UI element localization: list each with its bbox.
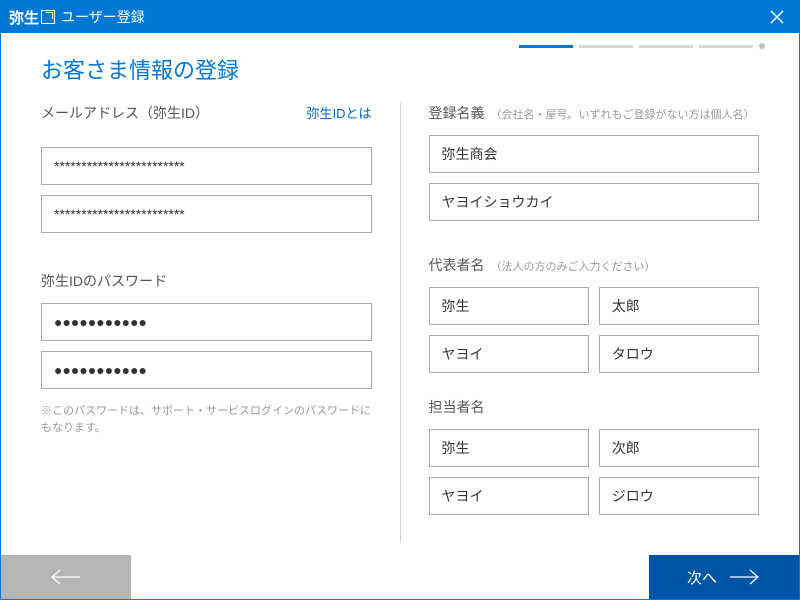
email-input[interactable] xyxy=(41,147,372,185)
representative-label: 代表者名 （法人の方のみご入力ください） xyxy=(429,255,760,275)
contact-lastname-input[interactable] xyxy=(429,429,589,467)
progress-step-3 xyxy=(639,45,693,48)
rep-lastname-kana-input[interactable] xyxy=(429,335,589,373)
back-button[interactable] xyxy=(1,555,131,599)
arrow-right-icon xyxy=(727,568,761,586)
external-link-icon xyxy=(41,10,55,24)
password-input[interactable] xyxy=(41,303,372,341)
app-logo: 弥生 xyxy=(9,7,55,28)
left-column: メールアドレス（弥生ID） 弥生IDとは 弥生IDのパスワード ※このパスワード… xyxy=(41,103,372,543)
title-bar: 弥生 ユーザー登録 xyxy=(1,1,799,33)
password-note: ※このパスワードは、サポート・サービスログインのパスワードにもなります。 xyxy=(41,403,372,436)
company-section: 登録名義 （会社名・屋号。いずれもご登録がない方は個人名） xyxy=(429,103,760,231)
progress-step-1 xyxy=(519,45,573,48)
progress-indicator xyxy=(1,33,799,49)
contact-label: 担当者名 xyxy=(429,397,760,417)
representative-section: 代表者名 （法人の方のみご入力ください） xyxy=(429,255,760,373)
password-confirm-input[interactable] xyxy=(41,351,372,389)
arrow-left-icon xyxy=(49,568,83,586)
email-confirm-input[interactable] xyxy=(41,195,372,233)
progress-step-4 xyxy=(699,45,753,48)
close-icon xyxy=(770,10,784,24)
company-label-text: 登録名義 xyxy=(429,103,485,123)
email-section: メールアドレス（弥生ID） 弥生IDとは xyxy=(41,103,372,243)
password-label: 弥生IDのパスワード xyxy=(41,271,372,291)
contact-lastname-kana-input[interactable] xyxy=(429,477,589,515)
rep-firstname-input[interactable] xyxy=(599,287,759,325)
email-label: メールアドレス（弥生ID） xyxy=(41,103,209,123)
rep-firstname-kana-input[interactable] xyxy=(599,335,759,373)
main-content: お客さま情報の登録 メールアドレス（弥生ID） 弥生IDとは 弥生IDのパスワー… xyxy=(1,49,799,549)
page-title: お客さま情報の登録 xyxy=(41,53,759,85)
progress-end-dot xyxy=(759,43,765,49)
right-column: 登録名義 （会社名・屋号。いずれもご登録がない方は個人名） 代表者名 （法人の方… xyxy=(429,103,760,543)
column-divider xyxy=(400,103,401,543)
representative-hint: （法人の方のみご入力ください） xyxy=(491,258,656,274)
next-button[interactable]: 次へ xyxy=(649,555,799,599)
logo-text: 弥生 xyxy=(9,7,39,28)
contact-section: 担当者名 xyxy=(429,397,760,515)
company-kana-input[interactable] xyxy=(429,183,760,221)
contact-firstname-kana-input[interactable] xyxy=(599,477,759,515)
footer-bar: 次へ xyxy=(1,555,799,599)
window-title: ユーザー登録 xyxy=(61,7,145,27)
progress-step-2 xyxy=(579,45,633,48)
representative-label-text: 代表者名 xyxy=(429,255,485,275)
rep-lastname-input[interactable] xyxy=(429,287,589,325)
yayoi-id-help-link[interactable]: 弥生IDとは xyxy=(306,103,371,122)
next-button-label: 次へ xyxy=(687,567,717,588)
contact-firstname-input[interactable] xyxy=(599,429,759,467)
password-section: 弥生IDのパスワード ※このパスワードは、サポート・サービスログインのパスワード… xyxy=(41,271,372,436)
close-button[interactable] xyxy=(763,3,791,31)
company-name-input[interactable] xyxy=(429,135,760,173)
company-label: 登録名義 （会社名・屋号。いずれもご登録がない方は個人名） xyxy=(429,103,760,123)
company-hint: （会社名・屋号。いずれもご登録がない方は個人名） xyxy=(491,106,755,122)
